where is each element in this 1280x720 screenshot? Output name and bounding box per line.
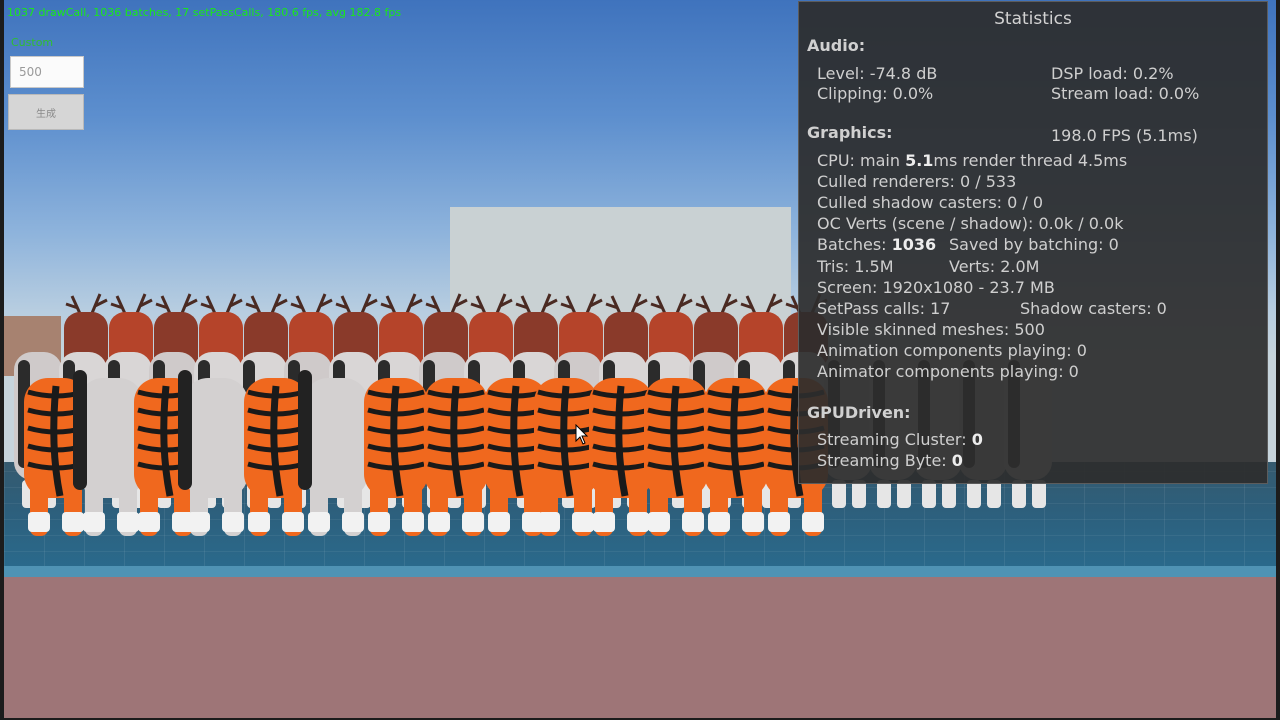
elephant xyxy=(73,370,143,536)
tiger xyxy=(534,378,598,536)
streaming-byte: Streaming Byte: 0 xyxy=(817,451,963,470)
tiger xyxy=(589,378,653,536)
audio-clipping: Clipping: 0.0% xyxy=(817,84,934,103)
streaming-cluster: Streaming Cluster: 0 xyxy=(817,430,983,449)
custom-label: Custom xyxy=(11,36,54,49)
batches-prefix: Batches: xyxy=(817,235,892,254)
cpu-main-value: 5.1 xyxy=(905,151,934,170)
streaming-byte-label: Streaming Byte: xyxy=(817,451,952,470)
statistics-title: Statistics xyxy=(994,9,1072,29)
audio-level: Level: -74.8 dB xyxy=(817,64,938,83)
render-stats-line: 1037 drawCall, 1036 batches, 17 setPassC… xyxy=(7,6,402,19)
shadow-casters: Shadow casters: 0 xyxy=(1020,299,1167,318)
saved-by-batching: Saved by batching: 0 xyxy=(949,235,1119,254)
floor xyxy=(4,577,1276,718)
spawn-count-input[interactable] xyxy=(10,56,84,88)
cpu-prefix: CPU: main xyxy=(817,151,906,170)
cpu-times: CPU: main 5.1ms render thread 4.5ms xyxy=(817,151,1127,170)
tiger xyxy=(704,378,768,536)
verts: Verts: 2.0M xyxy=(949,257,1040,276)
batches-value: 1036 xyxy=(891,235,937,254)
animator-components: Animator components playing: 0 xyxy=(817,362,1079,381)
elephant xyxy=(298,370,368,536)
fps-readout: 198.0 FPS (5.1ms) xyxy=(1051,126,1198,145)
generate-button[interactable]: 生成 xyxy=(8,94,84,130)
tiger xyxy=(644,378,708,536)
tris: Tris: 1.5M xyxy=(817,257,894,276)
tiger xyxy=(424,378,488,536)
tiger xyxy=(364,378,428,536)
streaming-cluster-value: 0 xyxy=(971,430,983,449)
culled-renderers: Culled renderers: 0 / 533 xyxy=(817,172,1017,191)
graphics-heading: Graphics: xyxy=(807,123,893,142)
stream-load: Stream load: 0.0% xyxy=(1051,84,1200,103)
cpu-suffix: ms render thread 4.5ms xyxy=(933,151,1128,170)
oc-verts: OC Verts (scene / shadow): 0.0k / 0.0k xyxy=(817,214,1124,233)
visible-skinned-meshes: Visible skinned meshes: 500 xyxy=(817,320,1045,339)
audio-heading: Audio: xyxy=(807,36,866,55)
dsp-load: DSP load: 0.2% xyxy=(1051,64,1174,83)
culled-shadow-casters: Culled shadow casters: 0 / 0 xyxy=(817,193,1044,212)
streaming-cluster-label: Streaming Cluster: xyxy=(817,430,972,449)
statistics-panel: Statistics Audio: Level: -74.8 dB DSP lo… xyxy=(798,1,1268,484)
gpudriven-heading: GPUDriven: xyxy=(807,403,911,422)
screen-info: Screen: 1920x1080 - 23.7 MB xyxy=(817,278,1055,297)
animation-components: Animation components playing: 0 xyxy=(817,341,1087,360)
mouse-cursor-icon xyxy=(575,424,589,445)
streaming-byte-value: 0 xyxy=(951,451,963,470)
batches: Batches: 1036 xyxy=(817,235,936,254)
setpass-calls: SetPass calls: 17 xyxy=(817,299,951,318)
